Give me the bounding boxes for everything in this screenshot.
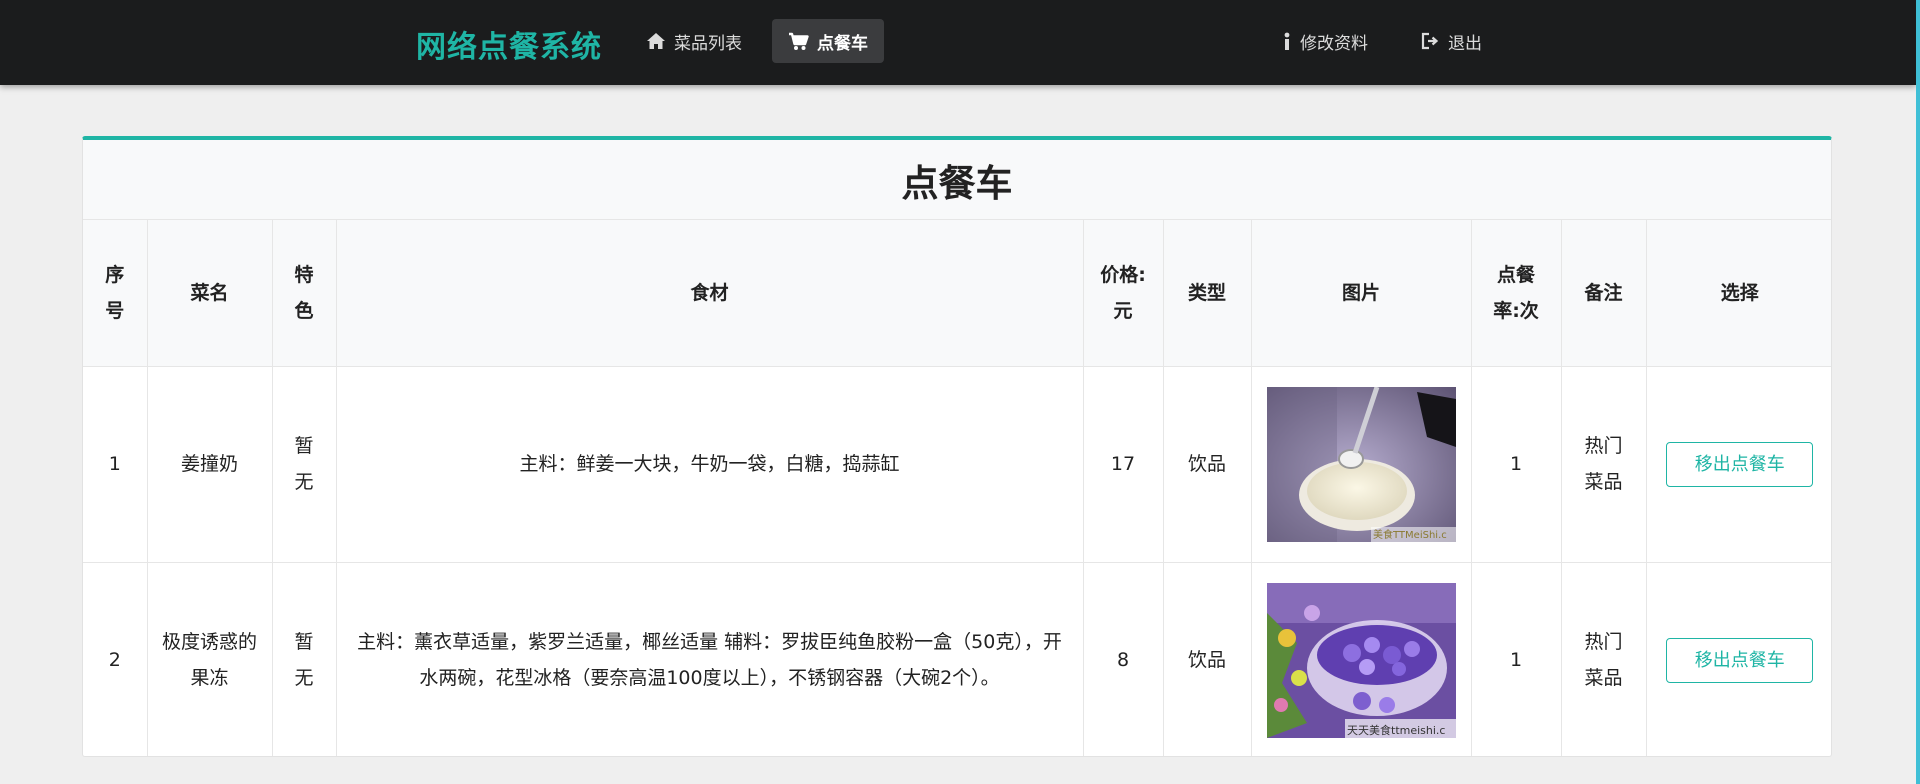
cell-feature: 暂无	[272, 562, 337, 756]
top-navbar: 网络点餐系统 菜品列表 点餐车 修改资料 退出	[0, 0, 1916, 85]
cell-type: 饮品	[1163, 562, 1252, 756]
cell-image: 天天美食ttmeishi.c	[1251, 562, 1472, 756]
cell-index: 1	[83, 366, 148, 563]
page-title: 点餐车	[83, 140, 1831, 220]
sign-out-icon	[1421, 32, 1439, 50]
cell-price: 8	[1083, 562, 1164, 756]
nav-menu-list-label: 菜品列表	[674, 33, 742, 54]
remove-from-cart-button[interactable]: 移出点餐车	[1666, 441, 1814, 487]
cell-name: 姜撞奶	[147, 366, 273, 563]
cell-ingredients: 主料：薰衣草适量，紫罗兰适量，椰丝适量 辅料：罗拔臣纯鱼胶粉一盒（50克），开水…	[336, 562, 1084, 756]
dish-image-jelly: 天天美食ttmeishi.c	[1266, 582, 1456, 738]
cell-index: 2	[83, 562, 148, 756]
column-header-image: 图片	[1251, 220, 1472, 367]
info-icon	[1284, 32, 1290, 50]
cell-name: 极度诱惑的果冻	[147, 562, 273, 756]
dish-image-ginger-milk: 美食TTMeiShi.c	[1266, 386, 1456, 542]
shopping-cart-icon	[789, 32, 809, 50]
table-header-row: 序号 菜名 特色 食材 价格:元 类型 图片 点餐率:次 备注 选择	[83, 220, 1831, 367]
cell-order-rate: 1	[1471, 366, 1562, 563]
cart-panel: 点餐车 序号 菜名 特色 食材 价格:元 类型 图片 点餐率:次 备注 选择 1	[82, 136, 1832, 757]
window-edge-strip	[1916, 0, 1920, 784]
nav-logout-label: 退出	[1448, 33, 1482, 54]
nav-edit-profile[interactable]: 修改资料	[1266, 19, 1384, 63]
column-header-type: 类型	[1163, 220, 1252, 367]
image-watermark: 美食TTMeiShi.c	[1373, 528, 1447, 541]
nav-logout[interactable]: 退出	[1404, 19, 1498, 63]
cell-feature: 暂无	[272, 366, 337, 563]
image-watermark: 天天美食ttmeishi.c	[1347, 723, 1445, 737]
column-header-feature: 特色	[272, 220, 337, 367]
cart-table: 序号 菜名 特色 食材 价格:元 类型 图片 点餐率:次 备注 选择 1 姜撞奶…	[83, 220, 1831, 756]
column-header-index: 序号	[83, 220, 148, 367]
remove-from-cart-button[interactable]: 移出点餐车	[1666, 637, 1814, 683]
cell-ingredients: 主料：鲜姜一大块，牛奶一袋，白糖，捣蒜缸	[336, 366, 1084, 563]
column-header-price: 价格:元	[1083, 220, 1164, 367]
column-header-order-rate: 点餐率:次	[1471, 220, 1562, 367]
cell-image: 美食TTMeiShi.c	[1251, 366, 1472, 563]
column-header-note: 备注	[1561, 220, 1647, 367]
cell-type: 饮品	[1163, 366, 1252, 563]
cell-price: 17	[1083, 366, 1164, 563]
column-header-select: 选择	[1646, 220, 1831, 367]
cell-note: 热门菜品	[1561, 366, 1647, 563]
cell-select: 移出点餐车	[1646, 562, 1831, 756]
nav-cart[interactable]: 点餐车	[772, 19, 884, 63]
nav-edit-profile-label: 修改资料	[1300, 33, 1368, 54]
home-icon	[647, 33, 665, 49]
cell-select: 移出点餐车	[1646, 366, 1831, 563]
cell-note: 热门菜品	[1561, 562, 1647, 756]
column-header-name: 菜名	[147, 220, 273, 367]
nav-cart-label: 点餐车	[817, 33, 868, 54]
brand-logo-text[interactable]: 网络点餐系统	[416, 22, 602, 66]
table-row: 2 极度诱惑的果冻 暂无 主料：薰衣草适量，紫罗兰适量，椰丝适量 辅料：罗拔臣纯…	[83, 562, 1831, 756]
cell-order-rate: 1	[1471, 562, 1562, 756]
nav-menu-list[interactable]: 菜品列表	[630, 19, 758, 63]
table-row: 1 姜撞奶 暂无 主料：鲜姜一大块，牛奶一袋，白糖，捣蒜缸 17 饮品 美食TT…	[83, 366, 1831, 563]
column-header-ingredients: 食材	[336, 220, 1084, 367]
